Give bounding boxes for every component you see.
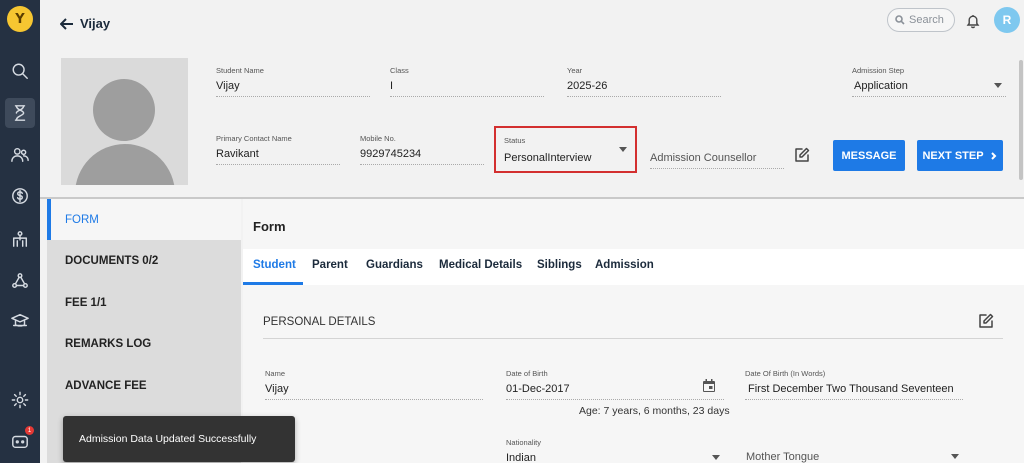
success-toast: Admission Data Updated Successfully <box>63 416 295 462</box>
form-tabs: Student Parent Guardians Medical Details… <box>243 249 1024 285</box>
student-name-value: Vijay <box>216 80 370 97</box>
app-logo-letter: Y <box>15 11 25 27</box>
year-field[interactable]: Year 2025-26 <box>567 66 721 97</box>
tab-siblings[interactable]: Siblings <box>537 259 582 271</box>
notification-count-badge: 1 <box>25 426 34 435</box>
primary-contact-label: Primary Contact Name <box>216 134 292 143</box>
admission-step-value: Application <box>852 80 1006 97</box>
teacher-icon[interactable] <box>5 224 35 254</box>
user-avatar[interactable]: R <box>994 7 1020 33</box>
class-field[interactable]: Class I <box>390 66 544 97</box>
dollar-icon[interactable] <box>5 181 35 211</box>
mother-tongue-select[interactable]: Mother Tongue <box>745 451 963 463</box>
notification-bell-icon[interactable] <box>965 13 981 34</box>
arrow-left-icon <box>60 17 73 30</box>
search-icon <box>895 15 905 25</box>
status-select[interactable]: Status PersonalInterview <box>494 126 637 173</box>
chevron-down-icon <box>619 147 627 152</box>
next-step-button[interactable]: NEXT STEP <box>917 140 1003 171</box>
nav-item-documents[interactable]: DOCUMENTS 0/2 <box>47 240 241 281</box>
nav-item-remarks-log[interactable]: REMARKS LOG <box>47 323 241 364</box>
name-field[interactable]: Name Vijay <box>265 369 483 400</box>
users-icon[interactable] <box>5 140 35 170</box>
chatbot-icon[interactable]: 1 <box>5 426 35 456</box>
year-label: Year <box>567 66 583 75</box>
dob-in-words-field[interactable]: Date Of Birth (In Words) First December … <box>745 369 963 400</box>
chevron-down-icon <box>951 454 959 459</box>
chevron-down-icon <box>712 455 720 460</box>
nav-item-advance-fee[interactable]: ADVANCE FEE <box>47 365 241 406</box>
dob-value: 01-Dec-2017 <box>506 383 724 400</box>
class-value: I <box>390 80 544 97</box>
form-panel: Form Student Parent Guardians Medical De… <box>243 199 1024 463</box>
nav-item-form[interactable]: FORM <box>47 199 241 240</box>
scrollbar[interactable] <box>1019 60 1023 180</box>
page-title: Vijay <box>80 16 111 31</box>
search-box[interactable]: Search <box>887 8 955 32</box>
student-photo[interactable] <box>61 58 188 185</box>
toast-message: Admission Data Updated Successfully <box>79 433 257 445</box>
status-label: Status <box>504 136 526 145</box>
search-placeholder: Search <box>909 14 944 26</box>
next-step-label: NEXT STEP <box>922 149 984 162</box>
form-title: Form <box>253 219 286 234</box>
class-label: Class <box>390 66 409 75</box>
primary-contact-value: Ravikant <box>216 148 340 165</box>
admission-step-label: Admission Step <box>852 66 905 75</box>
edit-icon[interactable] <box>793 146 811 164</box>
mother-tongue-placeholder: Mother Tongue <box>745 451 963 463</box>
section-title: PERSONAL DETAILS <box>263 316 376 328</box>
nav-item-fee[interactable]: FEE 1/1 <box>47 282 241 323</box>
gender-select[interactable] <box>265 446 483 463</box>
primary-contact-field[interactable]: Primary Contact Name Ravikant <box>216 134 340 165</box>
top-header: Vijay Search R <box>40 0 1024 48</box>
date-of-birth-field[interactable]: Date of Birth 01-Dec-2017 <box>506 369 724 400</box>
mobile-label: Mobile No. <box>360 134 396 143</box>
app-logo[interactable]: Y <box>7 6 33 32</box>
dob-words-label: Date Of Birth (In Words) <box>745 369 826 378</box>
student-name-label: Student Name <box>216 66 264 75</box>
tab-guardians[interactable]: Guardians <box>366 259 423 271</box>
student-name-field[interactable]: Student Name Vijay <box>216 66 370 97</box>
admission-counsellor-field[interactable]: Admission Counsellor <box>650 152 784 169</box>
status-value: PersonalInterview <box>504 152 592 164</box>
edit-icon[interactable] <box>977 312 995 330</box>
back-button[interactable]: Vijay <box>60 16 110 31</box>
hourglass-icon[interactable] <box>5 98 35 128</box>
tab-student[interactable]: Student <box>253 259 296 271</box>
age-text: Age: 7 years, 6 months, 23 days <box>579 405 730 417</box>
year-value: 2025-26 <box>567 80 721 97</box>
tab-active-underline <box>243 282 303 285</box>
nationality-select[interactable]: Nationality Indian <box>506 438 724 463</box>
avatar-placeholder-head <box>93 79 155 141</box>
chevron-right-icon <box>990 151 996 160</box>
dob-label: Date of Birth <box>506 369 548 378</box>
tab-medical-details[interactable]: Medical Details <box>439 259 522 271</box>
mobile-field[interactable]: Mobile No. 9929745234 <box>360 134 484 165</box>
tab-parent[interactable]: Parent <box>312 259 348 271</box>
nationality-value: Indian <box>506 452 724 463</box>
search-icon[interactable] <box>5 56 35 86</box>
dob-words-value: First December Two Thousand Seventeen <box>745 383 963 400</box>
mobile-value: 9929745234 <box>360 148 484 165</box>
settings-icon[interactable] <box>5 385 35 415</box>
nationality-label: Nationality <box>506 438 542 447</box>
divider <box>263 338 1003 339</box>
graduation-icon[interactable] <box>5 306 35 336</box>
network-icon[interactable] <box>5 266 35 296</box>
admission-step-select[interactable]: Admission Step Application <box>852 66 1006 97</box>
active-indicator <box>47 199 51 240</box>
chevron-down-icon <box>994 83 1002 88</box>
tab-admission[interactable]: Admission <box>595 259 654 271</box>
calendar-icon[interactable] <box>702 379 716 393</box>
name-label: Name <box>265 369 286 378</box>
name-value: Vijay <box>265 383 483 400</box>
message-button[interactable]: MESSAGE <box>833 140 905 171</box>
left-rail: Y 1 <box>0 0 40 463</box>
avatar-placeholder-body <box>75 144 175 185</box>
